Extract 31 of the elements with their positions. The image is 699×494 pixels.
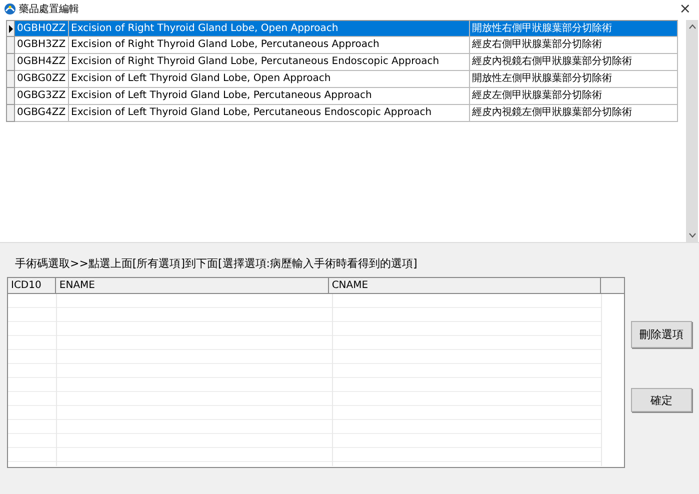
table-cell[interactable]: 開放性左側甲狀腺葉部分切除術	[470, 71, 678, 88]
table-cell[interactable]: 經皮右側甲狀腺葉部分切除術	[470, 37, 678, 54]
table-cell[interactable]: Excision of Right Thyroid Gland Lobe, Percutaneous Approach	[69, 37, 470, 54]
column-header[interactable]: ICD10	[8, 278, 56, 293]
table-cell[interactable]: 經皮內視鏡右側甲狀腺葉部分切除術	[470, 54, 678, 71]
table-cell[interactable]: Excision of Left Thyroid Gland Lobe, Percutaneous Approach	[69, 88, 470, 105]
table-cell[interactable]: Excision of Right Thyroid Gland Lobe, Open Approach	[69, 20, 470, 37]
table-cell[interactable]: 0GBH3ZZ	[15, 37, 69, 54]
table-cell[interactable]: 0GBG4ZZ	[15, 105, 69, 122]
vertical-scrollbar[interactable]	[686, 20, 698, 242]
column-header[interactable]: CNAME	[328, 278, 602, 293]
column-header[interactable]: ENAME	[56, 278, 329, 293]
table-cell[interactable]: Excision of Right Thyroid Gland Lobe, Percutaneous Endoscopic Approach	[69, 54, 470, 71]
app-icon	[4, 3, 16, 15]
window-title: 藥品處置編輯	[19, 2, 79, 16]
table-cell[interactable]: 0GBG3ZZ	[15, 88, 69, 105]
scroll-up-icon[interactable]	[688, 24, 696, 29]
table-cell[interactable]: Excision of Left Thyroid Gland Lobe, Percutaneous Endoscopic Approach	[69, 105, 470, 122]
table-cell[interactable]: 0GBH0ZZ	[15, 20, 69, 37]
table-cell[interactable]: 0GBH4ZZ	[15, 54, 69, 71]
ok-button[interactable]: 確定	[631, 388, 692, 412]
instruction-text: 手術碼選取>>點選上面[所有選項]到下面[選擇選項:病歷輸入手術時看得到的選項]	[15, 256, 418, 271]
close-button[interactable]: ×	[679, 1, 691, 17]
table-cell[interactable]: 經皮左側甲狀腺葉部分切除術	[470, 88, 678, 105]
table-cell[interactable]: 經皮內視鏡左側甲狀腺葉部分切除術	[470, 105, 678, 122]
table-cell[interactable]: 0GBG0ZZ	[15, 71, 69, 88]
table-cell[interactable]: 開放性右側甲狀腺葉部分切除術	[470, 20, 678, 37]
scroll-down-icon[interactable]	[688, 233, 696, 238]
row-header[interactable]	[6, 20, 15, 37]
table-cell[interactable]: Excision of Left Thyroid Gland Lobe, Open Approach	[69, 71, 470, 88]
delete-button[interactable]: 刪除選項	[631, 321, 692, 348]
